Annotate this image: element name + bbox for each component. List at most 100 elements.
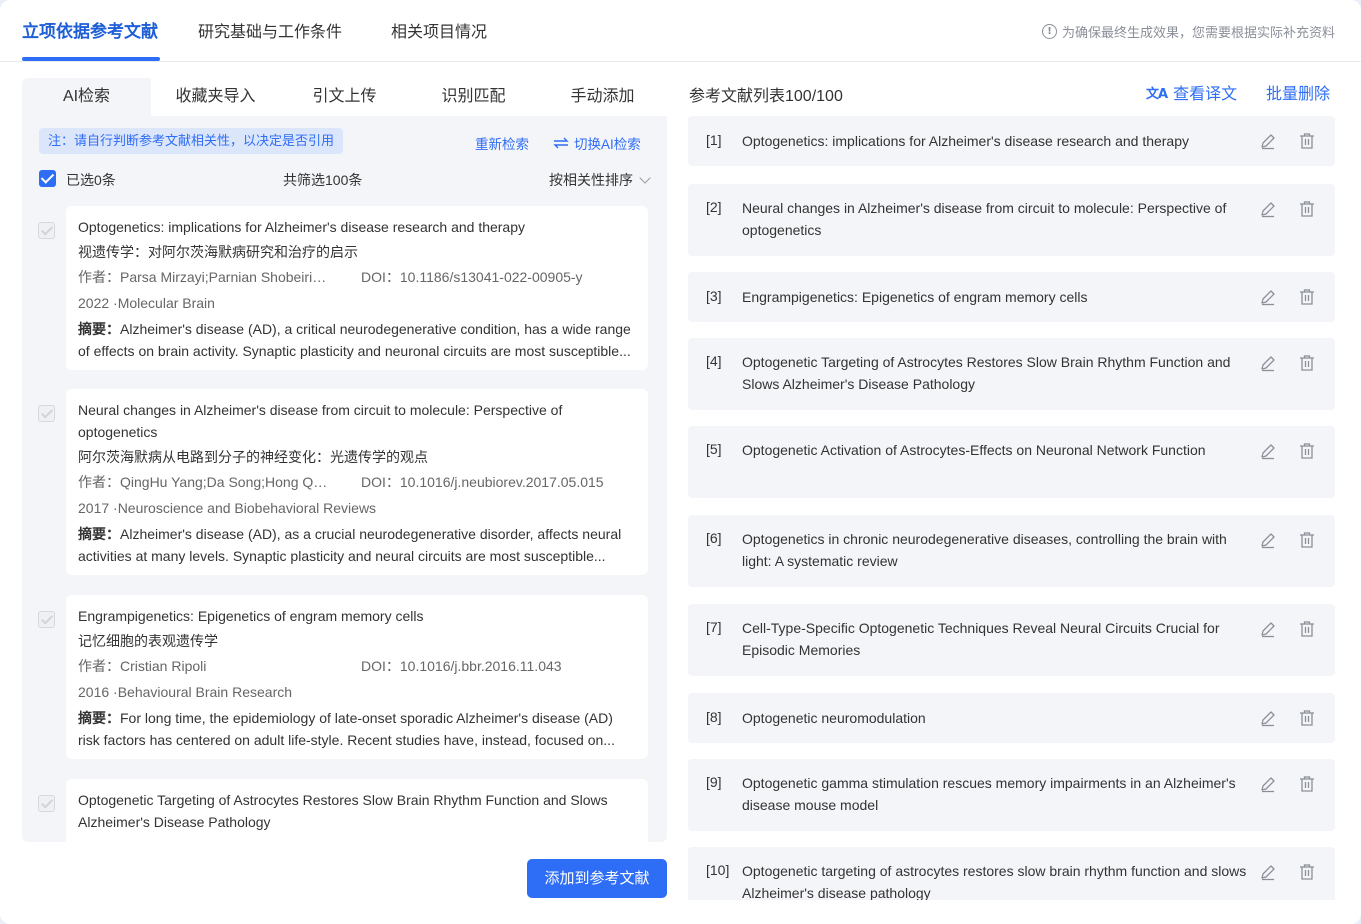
add-to-references-button[interactable]: 添加到参考文献	[527, 859, 667, 898]
result-abstract: 摘要：For long time, the epidemiology of la…	[78, 707, 636, 751]
trash-icon[interactable]	[1298, 531, 1316, 549]
tab-ai-search[interactable]: AI检索	[22, 78, 151, 116]
swap-icon	[553, 137, 569, 149]
total-count: 共筛选100条	[283, 172, 363, 188]
doi-label: DOI：	[361, 269, 400, 285]
reference-item[interactable]: [4] Optogenetic Targeting of Astrocytes R…	[688, 338, 1335, 410]
reference-item[interactable]: [8] Optogenetic neuromodulation	[688, 693, 1335, 743]
doi-label: DOI：	[361, 658, 400, 674]
result-card[interactable]: Neural changes in Alzheimer's disease fr…	[66, 389, 648, 575]
reference-item[interactable]: [6] Optogenetics in chronic neurodegenera…	[688, 515, 1335, 587]
select-all-checkbox[interactable]	[39, 170, 56, 187]
active-tab-indicator	[22, 57, 160, 61]
batch-delete-button[interactable]: 批量删除	[1266, 80, 1330, 104]
edit-icon[interactable]	[1259, 288, 1277, 306]
edit-icon[interactable]	[1259, 775, 1277, 793]
doi-label: DOI：	[361, 474, 400, 490]
reference-number: [8]	[706, 709, 722, 725]
selection-row: 已选0条 共筛选100条 按相关性排序	[39, 170, 651, 190]
reference-title: Cell-Type-Specific Optogenetic Technique…	[742, 620, 1220, 658]
result-title-cn: 阿尔茨海默病从电路到分子的神经变化：光遗传学的观点	[78, 449, 428, 465]
reference-title: Engrampigenetics: Epigenetics of engram …	[742, 289, 1088, 305]
edit-icon[interactable]	[1259, 863, 1277, 881]
reference-number: [6]	[706, 530, 722, 546]
reference-title: Optogenetic targeting of astrocytes rest…	[742, 863, 1247, 900]
result-checkbox[interactable]	[38, 795, 55, 812]
sort-label: 按相关性排序	[549, 172, 633, 188]
result-checkbox[interactable]	[38, 405, 55, 422]
result-card[interactable]: Engrampigenetics: Epigenetics of engram …	[66, 595, 648, 759]
edit-icon[interactable]	[1259, 620, 1277, 638]
edit-icon[interactable]	[1259, 354, 1277, 372]
edit-icon[interactable]	[1259, 531, 1277, 549]
reference-list[interactable]: [1] Optogenetics: implications for Alzhei…	[688, 116, 1335, 900]
reference-title: Optogenetics in chronic neurodegenerativ…	[742, 531, 1227, 569]
top-notice: ! 为确保最终生成效果，您需要根据实际补充资料	[1041, 22, 1335, 41]
result-checkbox[interactable]	[38, 611, 55, 628]
result-card[interactable]: Optogenetic Targeting of Astrocytes Rest…	[66, 779, 648, 842]
tab-recognize-match[interactable]: 识别匹配	[409, 78, 538, 116]
search-panel: AI检索 收藏夹导入 引文上传 识别匹配 手动添加 注：请自行判断参考文献相关性…	[22, 78, 667, 842]
trash-icon[interactable]	[1298, 354, 1316, 372]
result-authors: Cristian Ripoli	[120, 658, 207, 674]
tab-reference-basis[interactable]: 立项依据参考文献	[22, 17, 158, 42]
reference-item[interactable]: [7] Cell-Type-Specific Optogenetic Techni…	[688, 604, 1335, 676]
result-year-journal: 2016 ·Behavioural Brain Research	[78, 684, 293, 700]
trash-icon[interactable]	[1298, 132, 1316, 150]
reference-item[interactable]: [1] Optogenetics: implications for Alzhei…	[688, 116, 1335, 166]
reference-list-title: 参考文献列表100/100	[689, 88, 843, 105]
trash-icon[interactable]	[1298, 620, 1316, 638]
reference-item[interactable]: [10] Optogenetic targeting of astrocytes …	[688, 847, 1335, 900]
edit-icon[interactable]	[1259, 709, 1277, 727]
result-checkbox[interactable]	[38, 222, 55, 239]
trash-icon[interactable]	[1298, 200, 1316, 218]
result-card[interactable]: Optogenetics: implications for Alzheimer…	[66, 206, 648, 370]
app-window: 立项依据参考文献 研究基础与工作条件 相关项目情况 ! 为确保最终生成效果，您需…	[0, 0, 1361, 924]
author-label: 作者：	[78, 269, 120, 285]
result-doi: 10.1016/j.bbr.2016.11.043	[399, 658, 562, 674]
result-meta: 作者：Cristian Ripoli DOI：10.1016/j.bbr.201…	[78, 653, 636, 680]
result-authors: Parsa Mirzayi;Parnian Shobeiri…	[120, 269, 327, 285]
reference-number: [1]	[706, 132, 722, 148]
view-translation-button[interactable]: 文A 查看译文	[1146, 80, 1237, 104]
tab-favorites-import[interactable]: 收藏夹导入	[151, 78, 280, 116]
result-authors: QingHu Yang;Da Song;Hong Q…	[120, 474, 328, 490]
result-title-cn: 视遗传学：对阿尔茨海默病研究和治疗的启示	[78, 244, 358, 260]
result-title: Engrampigenetics: Epigenetics of engram …	[78, 608, 424, 624]
result-abstract-text: For long time, the epidemiology of late-…	[78, 710, 615, 748]
reference-number: [3]	[706, 288, 722, 304]
sort-dropdown[interactable]: 按相关性排序	[549, 170, 651, 190]
result-doi: 10.1016/j.neubiorev.2017.05.015	[399, 474, 604, 490]
tab-manual-add[interactable]: 手动添加	[538, 78, 667, 116]
switch-ai-search-link[interactable]: 切换AI检索	[553, 133, 641, 153]
trash-icon[interactable]	[1298, 442, 1316, 460]
trash-icon[interactable]	[1298, 863, 1316, 881]
tab-research-foundation[interactable]: 研究基础与工作条件	[198, 18, 342, 42]
result-abstract: 摘要：Alzheimer's disease (AD), as a crucia…	[78, 523, 636, 567]
reference-title: Optogenetics: implications for Alzheimer…	[742, 133, 1190, 149]
trash-icon[interactable]	[1298, 709, 1316, 727]
result-title-cn: 记忆细胞的表观遗传学	[78, 633, 218, 649]
trash-icon[interactable]	[1298, 288, 1316, 306]
abstract-label: 摘要：	[78, 321, 120, 337]
reference-item[interactable]: [3] Engrampigenetics: Epigenetics of engr…	[688, 272, 1335, 322]
edit-icon[interactable]	[1259, 442, 1277, 460]
reference-item[interactable]: [2] Neural changes in Alzheimer's disease…	[688, 184, 1335, 256]
relevance-notice: 注：请自行判断参考文献相关性，以决定是否引用	[39, 128, 344, 154]
edit-icon[interactable]	[1259, 132, 1277, 150]
reference-item[interactable]: [9] Optogenetic gamma stimulation rescues…	[688, 759, 1335, 831]
result-title: Optogenetics: implications for Alzheimer…	[78, 219, 526, 235]
reference-title: Optogenetic neuromodulation	[742, 710, 926, 726]
tab-citation-upload[interactable]: 引文上传	[280, 78, 409, 116]
result-list[interactable]: Optogenetics: implications for Alzheimer…	[22, 204, 667, 842]
reference-item[interactable]: [5] Optogenetic Activation of Astrocytes-…	[688, 426, 1335, 498]
research-again-link[interactable]: 重新检索	[475, 133, 529, 153]
trash-icon[interactable]	[1298, 775, 1316, 793]
result-meta: 作者：QingHu Yang;Da Song;Hong Q… DOI：10.10…	[78, 469, 636, 496]
reference-number: [2]	[706, 199, 722, 215]
edit-icon[interactable]	[1259, 200, 1277, 218]
tab-related-projects[interactable]: 相关项目情况	[391, 18, 487, 42]
chevron-down-icon	[639, 171, 651, 184]
author-label: 作者：	[78, 658, 120, 674]
reference-number: [4]	[706, 353, 722, 369]
